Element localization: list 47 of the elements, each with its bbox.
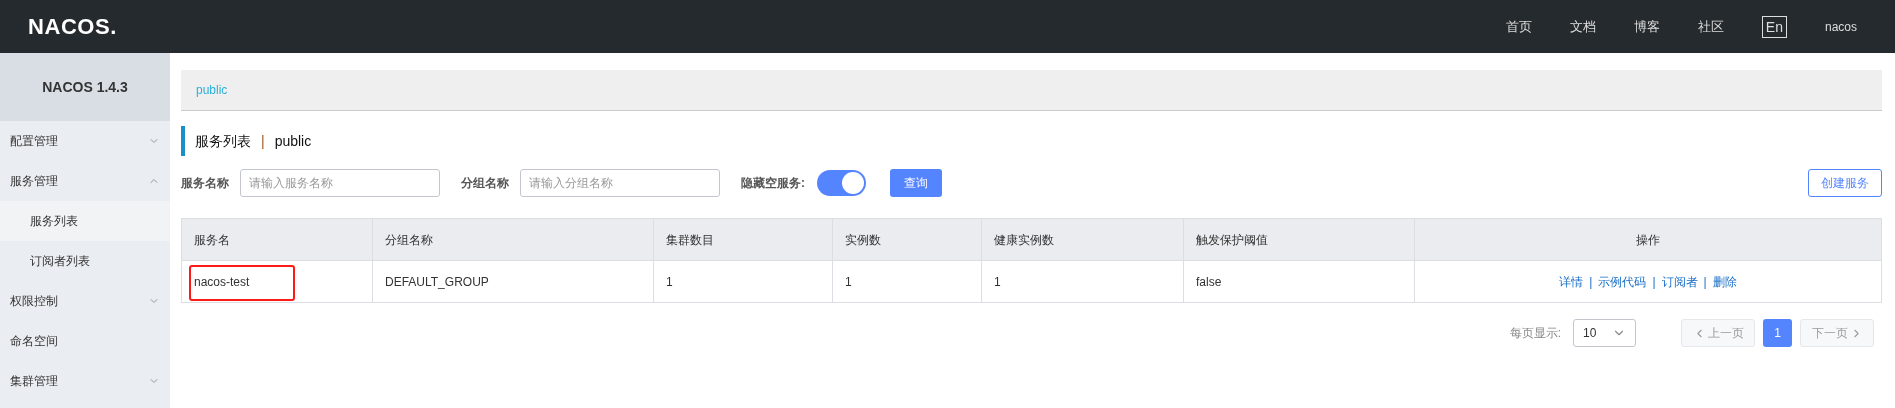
- namespace-name: public: [274, 131, 312, 151]
- submenu-item[interactable]: 服务列表: [0, 201, 170, 241]
- link-separator: |: [1703, 274, 1707, 289]
- title-separator: |: [261, 131, 265, 151]
- link-separator: |: [1652, 274, 1656, 289]
- menu-item[interactable]: 权限控制: [0, 281, 170, 321]
- version-title: NACOS 1.4.3: [42, 77, 128, 97]
- column-header: 触发保护阈值: [1183, 218, 1415, 261]
- submenu-item[interactable]: 订阅者列表: [0, 241, 170, 281]
- page-size-select[interactable]: 10: [1573, 319, 1636, 347]
- column-header: 分组名称: [372, 218, 654, 261]
- create-service-button[interactable]: 创建服务: [1808, 169, 1882, 197]
- page-size-label: 每页显示:: [1509, 325, 1561, 342]
- column-header: 实例数: [832, 218, 982, 261]
- link-separator: |: [1589, 274, 1593, 289]
- nav-link[interactable]: 首页: [1505, 16, 1532, 37]
- action-link[interactable]: 删除: [1712, 274, 1737, 289]
- nav-link[interactable]: 社区: [1697, 16, 1724, 37]
- logo[interactable]: NACOS.: [28, 10, 117, 43]
- filter-label: 服务名称: [181, 175, 229, 192]
- action-link[interactable]: 详情: [1559, 274, 1584, 289]
- table-cell: nacos-test: [181, 260, 373, 303]
- nav-link[interactable]: 文档: [1569, 16, 1596, 37]
- table-cell: false: [1183, 260, 1415, 303]
- menu-item[interactable]: 服务管理: [0, 161, 170, 201]
- table-cell: 1: [832, 260, 982, 303]
- table-cell: DEFAULT_GROUP: [372, 260, 654, 303]
- search-field[interactable]: 请输入分组名称: [520, 169, 720, 197]
- action-link[interactable]: 示例代码: [1598, 274, 1647, 289]
- menu-item[interactable]: 集群管理: [0, 361, 170, 401]
- action-link[interactable]: 订阅者: [1661, 274, 1698, 289]
- filter-label: 分组名称: [461, 175, 509, 192]
- column-header: 健康实例数: [981, 218, 1184, 261]
- menu-item[interactable]: 配置管理: [0, 121, 170, 161]
- toggle-switch[interactable]: [817, 170, 866, 196]
- column-header: 操作: [1414, 218, 1882, 261]
- toggle-label: 隐藏空服务:: [741, 175, 805, 192]
- language-button[interactable]: En: [1761, 15, 1787, 38]
- menu-item[interactable]: 命名空间: [0, 321, 170, 361]
- table-cell: 1: [653, 260, 833, 303]
- table-cell: 1: [981, 260, 1184, 303]
- nav-link[interactable]: 博客: [1633, 16, 1660, 37]
- page-title: 服务列表: [195, 131, 251, 151]
- search-field[interactable]: 请输入服务名称: [240, 169, 440, 197]
- user-name[interactable]: nacos: [1824, 17, 1857, 36]
- column-header: 服务名: [181, 218, 373, 261]
- column-header: 集群数目: [653, 218, 833, 261]
